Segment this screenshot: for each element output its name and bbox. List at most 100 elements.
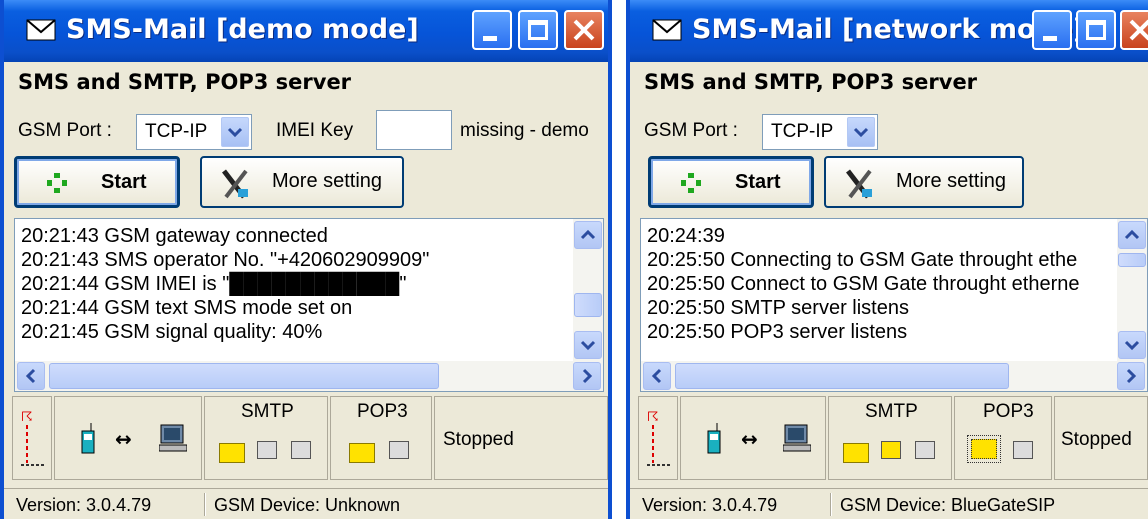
antenna-icon: ☈ bbox=[21, 410, 45, 466]
log-line: 20:25:50 Connecting to GSM Gate throught… bbox=[647, 249, 1078, 271]
scroll-right-icon[interactable] bbox=[573, 362, 601, 390]
vertical-scroll-thumb[interactable] bbox=[574, 293, 602, 317]
sms-mail-window-network: SMS-Mail [network mode] SMS and SMTP, PO… bbox=[626, 0, 1148, 519]
log-area[interactable]: 20:24:39 20:25:50 Connecting to GSM Gate… bbox=[640, 218, 1148, 392]
gsm-device-text: GSM Device: Unknown bbox=[214, 495, 401, 515]
vertical-scrollbar[interactable] bbox=[1117, 219, 1147, 361]
status-separator bbox=[204, 493, 206, 516]
log-line: 20:21:45 GSM signal quality: 40% bbox=[21, 321, 323, 343]
server-state: Stopped bbox=[443, 429, 514, 450]
imei-key-input[interactable] bbox=[376, 110, 452, 150]
imei-key-label: IMEI Key bbox=[276, 120, 354, 141]
title-bar[interactable]: SMS-Mail [network mode] bbox=[630, 0, 1148, 62]
status-separator bbox=[830, 493, 832, 516]
smtp-label: SMTP bbox=[241, 401, 294, 422]
computer-icon bbox=[159, 424, 187, 452]
start-label: Start bbox=[735, 171, 781, 193]
horizontal-scroll-thumb[interactable] bbox=[49, 363, 439, 389]
mail-icon bbox=[652, 19, 682, 41]
more-setting-label: More setting bbox=[272, 170, 383, 192]
horizontal-scroll-thumb[interactable] bbox=[675, 363, 1009, 389]
server-state: Stopped bbox=[1061, 429, 1132, 450]
smtp-label: SMTP bbox=[865, 401, 918, 422]
smtp-panel: SMTP bbox=[204, 396, 328, 480]
scroll-up-icon[interactable] bbox=[574, 221, 602, 249]
log-area[interactable]: 20:21:43 GSM gateway connected 20:21:43 … bbox=[14, 218, 604, 392]
signal-panel: ☈ bbox=[638, 396, 678, 480]
pop3-label: POP3 bbox=[357, 401, 408, 422]
log-line: 20:25:50 SMTP server listens bbox=[647, 297, 909, 319]
scroll-down-icon[interactable] bbox=[574, 331, 602, 359]
scroll-left-icon[interactable] bbox=[643, 362, 671, 390]
tools-icon bbox=[846, 169, 872, 199]
title-bar[interactable]: SMS-Mail [demo mode] bbox=[4, 0, 608, 62]
mail-stack-icon bbox=[1013, 441, 1033, 459]
gsm-port-value: TCP-IP bbox=[771, 121, 834, 142]
svg-text:☈: ☈ bbox=[21, 410, 33, 425]
maximize-button[interactable] bbox=[1076, 10, 1116, 50]
link-arrows-icon: ↔ bbox=[741, 427, 758, 451]
horizontal-scrollbar[interactable] bbox=[641, 361, 1147, 391]
server-label: SMS and SMTP, POP3 server bbox=[18, 70, 352, 94]
close-icon bbox=[1129, 19, 1148, 41]
scroll-right-icon[interactable] bbox=[1117, 362, 1145, 390]
folder-icon bbox=[843, 443, 869, 463]
imei-status: missing - demo bbox=[460, 120, 589, 141]
horizontal-scrollbar[interactable] bbox=[15, 361, 603, 391]
version-text: Version: 3.0.4.79 bbox=[642, 495, 778, 515]
scroll-up-icon[interactable] bbox=[1118, 221, 1146, 249]
server-label: SMS and SMTP, POP3 server bbox=[644, 70, 978, 94]
phone-icon bbox=[707, 423, 721, 454]
vertical-scrollbar[interactable] bbox=[573, 219, 603, 361]
start-icon bbox=[47, 173, 67, 193]
clock-icon bbox=[881, 441, 901, 459]
mail-stack-icon bbox=[291, 441, 311, 459]
close-button[interactable] bbox=[1120, 10, 1148, 50]
close-button[interactable] bbox=[564, 10, 604, 50]
mail-stack-icon bbox=[389, 441, 409, 459]
clock-icon bbox=[257, 441, 277, 459]
mail-icon bbox=[26, 19, 56, 41]
connection-panel: ↔ bbox=[54, 396, 202, 480]
signal-panel: ☈ bbox=[12, 396, 52, 480]
log-line: 20:25:50 Connect to GSM Gate throught et… bbox=[647, 273, 1080, 295]
gsm-port-label: GSM Port : bbox=[644, 120, 738, 141]
minimize-button[interactable] bbox=[472, 10, 512, 50]
scroll-down-icon[interactable] bbox=[1118, 331, 1146, 359]
more-setting-button[interactable]: More setting bbox=[200, 156, 404, 208]
log-line: 20:25:50 POP3 server listens bbox=[647, 321, 908, 343]
start-icon bbox=[681, 173, 701, 193]
dropdown-arrow-icon[interactable] bbox=[221, 117, 249, 147]
gsm-port-value: TCP-IP bbox=[145, 121, 208, 142]
log-line: 20:21:43 SMS operator No. "+420602909909… bbox=[21, 249, 430, 271]
status-bar: Version: 3.0.4.79 GSM Device: BlueGateSI… bbox=[630, 488, 1148, 519]
start-button[interactable]: Start bbox=[14, 156, 180, 208]
folder-icon bbox=[967, 435, 1001, 463]
state-panel: Stopped bbox=[1054, 396, 1148, 480]
log-line: 20:21:44 GSM IMEI is "████████████" bbox=[21, 273, 407, 295]
maximize-button[interactable] bbox=[518, 10, 558, 50]
folder-icon bbox=[219, 443, 245, 463]
smtp-panel: SMTP bbox=[828, 396, 952, 480]
pop3-label: POP3 bbox=[983, 401, 1034, 422]
mail-stack-icon bbox=[915, 441, 935, 459]
gsm-port-label: GSM Port : bbox=[18, 120, 112, 141]
minimize-icon bbox=[1043, 36, 1057, 41]
computer-icon bbox=[783, 424, 811, 452]
more-setting-button[interactable]: More setting bbox=[824, 156, 1024, 208]
antenna-icon: ☈ bbox=[647, 410, 671, 466]
vertical-scroll-thumb[interactable] bbox=[1118, 253, 1146, 267]
gsm-port-select[interactable]: TCP-IP bbox=[762, 114, 878, 150]
maximize-icon bbox=[1086, 20, 1106, 40]
svg-text:☈: ☈ bbox=[647, 410, 659, 425]
tools-icon bbox=[222, 169, 248, 199]
minimize-button[interactable] bbox=[1032, 10, 1072, 50]
log-line: 20:21:44 GSM text SMS mode set on bbox=[21, 297, 353, 319]
version-text: Version: 3.0.4.79 bbox=[16, 495, 152, 515]
maximize-icon bbox=[528, 20, 548, 40]
start-button[interactable]: Start bbox=[648, 156, 814, 208]
scroll-left-icon[interactable] bbox=[17, 362, 45, 390]
dropdown-arrow-icon[interactable] bbox=[847, 117, 875, 147]
pop3-panel: POP3 bbox=[330, 396, 432, 480]
gsm-port-select[interactable]: TCP-IP bbox=[136, 114, 252, 150]
